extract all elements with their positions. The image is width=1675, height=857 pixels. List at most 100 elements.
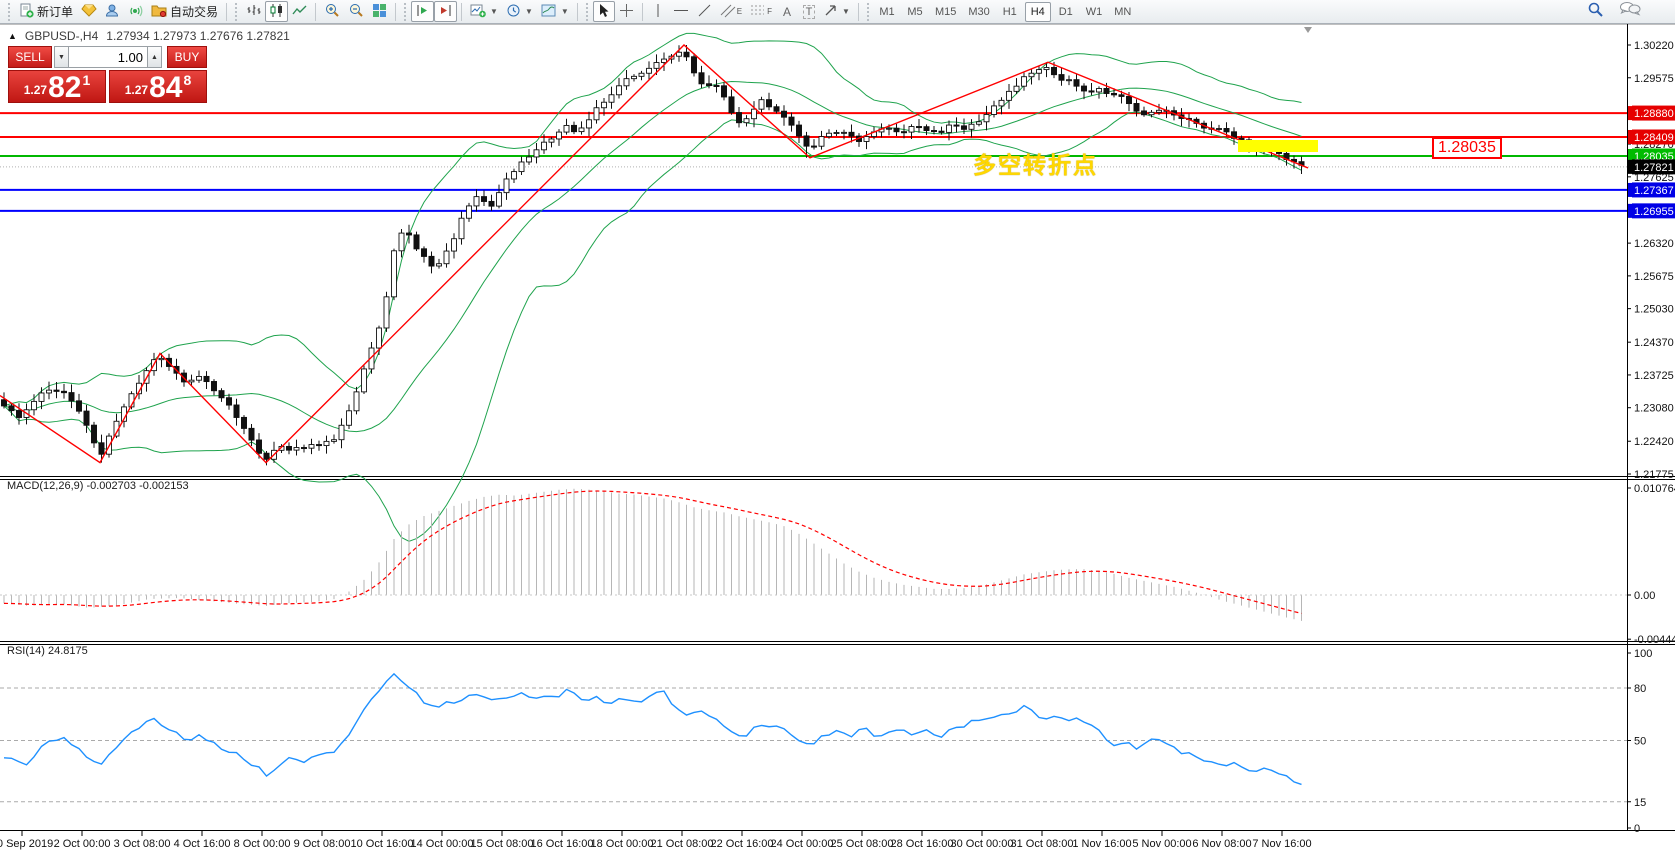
buy-button[interactable]: BUY: [167, 46, 207, 68]
timeframe-button-mn[interactable]: MN: [1109, 2, 1136, 22]
price-axis-tick: 1.23725: [1634, 370, 1674, 382]
text-label-button[interactable]: T: [798, 1, 820, 22]
crosshair-icon: [619, 3, 634, 21]
time-axis-label: 18 Oct 00:00: [590, 838, 654, 850]
time-axis-label: 31 Oct 08:00: [1010, 838, 1074, 850]
equidistant-channel-button[interactable]: E: [716, 1, 746, 22]
dropdown-arrow-icon: ▼: [560, 7, 569, 16]
volume-decrease-button[interactable]: ▼: [54, 46, 69, 68]
time-axis-label: 7 Nov 16:00: [1252, 838, 1312, 850]
macd-indicator-label: MACD(12,26,9) -0.002703 -0.002153: [7, 480, 189, 492]
line-chart-button[interactable]: [288, 1, 311, 22]
timeframe-button-d1[interactable]: D1: [1053, 2, 1079, 22]
templates-button[interactable]: ▼: [537, 1, 573, 22]
text-label-icon: T: [802, 4, 816, 19]
chart-symbol-title: GBPUSD-,H4: [24, 29, 99, 43]
horizontal-line-icon: [673, 3, 689, 21]
time-axis-label: 4 Oct 16:00: [173, 838, 231, 850]
timeframe-button-m1[interactable]: M1: [874, 2, 900, 22]
timeframe-button-w1[interactable]: W1: [1081, 2, 1108, 22]
new-order-button[interactable]: 新订单: [15, 1, 77, 22]
navigator-button[interactable]: [101, 1, 124, 22]
indicators-button[interactable]: ▼: [466, 1, 502, 22]
trendline-button[interactable]: [693, 1, 716, 22]
toolbar-drag-handle[interactable]: [7, 2, 12, 21]
fibonacci-icon: [750, 3, 766, 21]
collapse-panel-icon[interactable]: ▲: [8, 31, 17, 41]
chart-shift-button[interactable]: [434, 1, 458, 22]
signals-button[interactable]: [124, 1, 147, 22]
rsi-axis-tick: 100: [1634, 648, 1652, 660]
timeframe-button-h1[interactable]: H1: [997, 2, 1023, 22]
volume-input[interactable]: [69, 46, 147, 68]
channel-icon: [720, 3, 736, 21]
chart-svg[interactable]: 1.302201.295751.282701.276251.263201.256…: [0, 0, 1675, 857]
macd-axis-tick: 0.010764: [1634, 483, 1675, 495]
price-badge-label: 1.28409: [1634, 132, 1674, 144]
time-axis-label: 9 Oct 08:00: [293, 838, 351, 850]
bar-chart-button[interactable]: [242, 1, 265, 22]
cursor-icon: [597, 3, 611, 21]
rsi-axis-tick: 80: [1634, 683, 1646, 695]
cursor-button[interactable]: [592, 1, 615, 22]
sell-price-prefix: 1.27: [23, 83, 48, 97]
time-axis-label: 8 Oct 00:00: [233, 838, 291, 850]
auto-scroll-button[interactable]: [411, 1, 435, 22]
sell-price-sup: 1: [82, 72, 91, 88]
arrows-button[interactable]: ▼: [820, 1, 854, 22]
price-badge-label: 1.26955: [1634, 206, 1674, 218]
fibonacci-letter: F: [767, 7, 773, 16]
time-axis-label: 6 Nov 08:00: [1192, 838, 1252, 850]
price-axis-tick: 1.25030: [1634, 304, 1674, 316]
autotrade-button[interactable]: 自动交易: [147, 1, 222, 22]
timeframe-button-m15[interactable]: M15: [930, 2, 961, 22]
buy-price-big: 84: [149, 71, 183, 104]
candlestick-chart-button[interactable]: [265, 1, 289, 22]
sell-button[interactable]: SELL: [8, 46, 52, 68]
time-axis-label: 21 Oct 08:00: [650, 838, 714, 850]
time-axis-label: 2 Oct 00:00: [53, 838, 111, 850]
time-axis-label: 25 Oct 08:00: [830, 838, 894, 850]
clock-icon: [506, 3, 521, 21]
vertical-line-button[interactable]: [647, 1, 669, 22]
text-button[interactable]: A: [776, 1, 798, 22]
price-axis-tick: 1.22420: [1634, 436, 1674, 448]
chart-ohlc-values: 1.27934 1.27973 1.27676 1.27821: [106, 29, 290, 43]
price-badge-label: 1.28880: [1634, 108, 1674, 120]
zoom-out-icon: [348, 2, 364, 21]
horizontal-line-button[interactable]: [669, 1, 693, 22]
chart-canvas[interactable]: 1.30220 1.29575 1.28270 1.27625 1.26320 1.256…: [0, 0, 1675, 857]
price-axis-tick: 1.26320: [1634, 238, 1674, 250]
time-axis-label: 10 Oct 16:00: [350, 838, 414, 850]
zoom-in-button[interactable]: [320, 1, 344, 22]
timeframe-button-m30[interactable]: M30: [963, 2, 994, 22]
timeframe-button-m5[interactable]: M5: [902, 2, 928, 22]
highlight-rectangle[interactable]: [1238, 140, 1318, 152]
sell-price-button[interactable]: 1.27 82 1: [8, 70, 106, 103]
autotrade-label: 自动交易: [170, 5, 219, 19]
channel-letter: E: [736, 7, 743, 16]
time-axis-label: 1 Nov 16:00: [1072, 838, 1132, 850]
turning-point-annotation: 多空转折点: [973, 152, 1098, 178]
timeframe-button-h4[interactable]: H4: [1024, 1, 1051, 22]
periods-button[interactable]: ▼: [502, 1, 537, 22]
zoom-out-button[interactable]: [344, 1, 368, 22]
new-order-icon: [19, 3, 34, 21]
tile-windows-button[interactable]: [368, 1, 391, 22]
search-icon[interactable]: [1587, 1, 1605, 23]
price-axis-tick: 1.21775: [1634, 469, 1674, 481]
price-axis-tick: 1.24370: [1634, 337, 1674, 349]
new-order-label: 新订单: [37, 5, 74, 19]
fibonacci-button[interactable]: F: [746, 1, 776, 22]
crosshair-button[interactable]: [615, 1, 638, 22]
marketwatch-button[interactable]: [77, 1, 101, 22]
time-axis-label: 30 Sep 2019: [0, 838, 54, 850]
buy-price-prefix: 1.27: [124, 83, 149, 97]
signal-icon: [128, 3, 143, 21]
volume-increase-button[interactable]: ▲: [147, 46, 162, 68]
buy-price-button[interactable]: 1.27 84 8: [109, 70, 207, 103]
macd-axis-tick: -0.004446: [1634, 634, 1675, 646]
chat-icon[interactable]: [1619, 1, 1641, 22]
time-axis-label: 28 Oct 16:00: [890, 838, 954, 850]
trendline-icon: [697, 3, 712, 21]
